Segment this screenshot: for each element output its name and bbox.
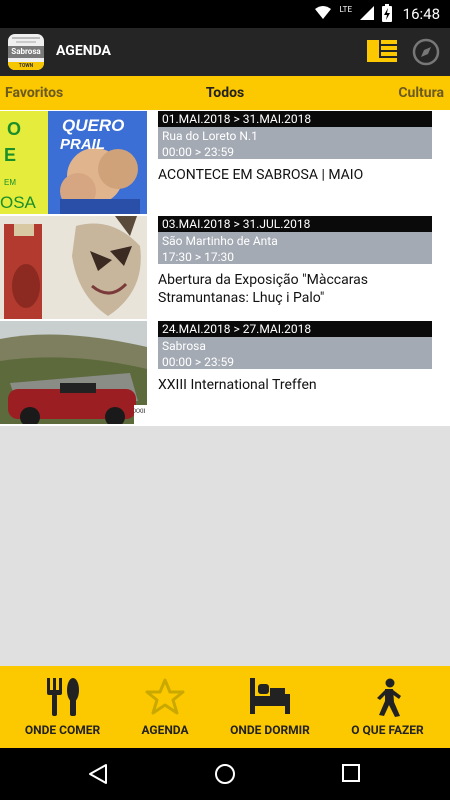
- event-time: 17:30 > 17:30: [162, 250, 234, 264]
- list-view-button[interactable]: [367, 38, 397, 66]
- event-item[interactable]: O E EM OSA QUERO PRAIL 01.MAI.2018 > 31.…: [0, 110, 450, 214]
- event-item[interactable]: XXII 24.MAI.2018 > 27.MAI.2018 Sabrosa 0…: [0, 320, 450, 424]
- map-button[interactable]: [412, 38, 440, 66]
- thumb-letter-4: OSA: [0, 193, 37, 212]
- thumb-letter-2: E: [4, 145, 16, 165]
- event-dates: 03.MAI.2018 > 31.JUL.2018: [158, 216, 432, 232]
- category-tabs: Todos Favoritos Cultura: [0, 76, 450, 110]
- nav-label: ONDE DORMIR: [230, 723, 310, 737]
- nav-onde-dormir[interactable]: ONDE DORMIR: [205, 666, 335, 748]
- logo-footer: TOWN: [8, 62, 44, 70]
- app-bar: Sabrosa TOWN AGENDA: [0, 28, 450, 76]
- signal-icon: [360, 6, 374, 20]
- bottom-navigation: ONDE COMER AGENDA ONDE DORMIR O QUE FAZE…: [0, 666, 450, 748]
- event-place-time: São Martinho de Anta 17:30 > 17:30: [158, 232, 432, 264]
- nav-label: O QUE FAZER: [351, 723, 424, 737]
- thumb-letter-1: O: [7, 119, 21, 139]
- recent-apps-icon[interactable]: [342, 764, 360, 782]
- event-title: XXIII International Treffen: [158, 377, 317, 393]
- event-title: Abertura da Exposição "Màccaras Stramunt…: [158, 272, 369, 306]
- logo-text: Sabrosa: [8, 46, 44, 58]
- event-dates: 01.MAI.2018 > 31.MAI.2018: [158, 111, 432, 127]
- status-icons: LTE: [315, 4, 392, 22]
- status-time: 16:48: [402, 5, 440, 23]
- back-icon[interactable]: [88, 763, 108, 785]
- event-place-time: Sabrosa 00:00 > 23:59: [158, 337, 432, 369]
- battery-charging-icon: [382, 4, 392, 22]
- nav-o-que-fazer[interactable]: O QUE FAZER: [335, 666, 440, 748]
- event-place-time: Rua do Loreto N.1 00:00 > 23:59: [158, 127, 432, 159]
- network-type: LTE: [339, 4, 352, 14]
- event-title: ACONTECE EM SABROSA | MAIO: [158, 167, 364, 183]
- event-list: O E EM OSA QUERO PRAIL 01.MAI.2018 > 31.…: [0, 110, 450, 426]
- home-icon[interactable]: [214, 763, 236, 785]
- thumb-corner-text: XXII: [134, 409, 146, 415]
- event-thumbnail: [0, 216, 147, 319]
- event-dates: 24.MAI.2018 > 27.MAI.2018: [158, 321, 432, 337]
- event-place: Sabrosa: [162, 339, 206, 353]
- compass-icon: [412, 38, 440, 66]
- star-icon: [145, 678, 185, 715]
- event-thumbnail: O E EM OSA QUERO PRAIL: [0, 111, 147, 214]
- tab-favoritos[interactable]: Favoritos: [5, 85, 63, 101]
- thumb-letter-3: EM: [4, 178, 16, 187]
- event-time: 00:00 > 23:59: [162, 145, 234, 159]
- thumb-banner-1: QUERO: [62, 116, 124, 135]
- walking-person-icon: [376, 678, 401, 717]
- app-logo: Sabrosa TOWN: [8, 34, 44, 70]
- tab-cultura[interactable]: Cultura: [398, 85, 444, 101]
- bed-icon: [250, 678, 290, 714]
- tab-todos[interactable]: Todos: [0, 85, 450, 101]
- wifi-icon: [315, 6, 332, 19]
- event-place: São Martinho de Anta: [162, 234, 278, 248]
- system-navigation-bar: [0, 748, 450, 800]
- thumb-banner-2: PRAIL: [60, 136, 105, 153]
- status-bar: LTE 16:48: [0, 0, 450, 28]
- event-time: 00:00 > 23:59: [162, 355, 234, 369]
- fork-knife-icon: [46, 678, 79, 716]
- event-item[interactable]: 03.MAI.2018 > 31.JUL.2018 São Martinho d…: [0, 215, 450, 319]
- page-title: AGENDA: [56, 43, 111, 59]
- event-place: Rua do Loreto N.1: [162, 129, 258, 143]
- event-thumbnail: XXII: [0, 321, 147, 424]
- list-view-icon: [367, 40, 397, 62]
